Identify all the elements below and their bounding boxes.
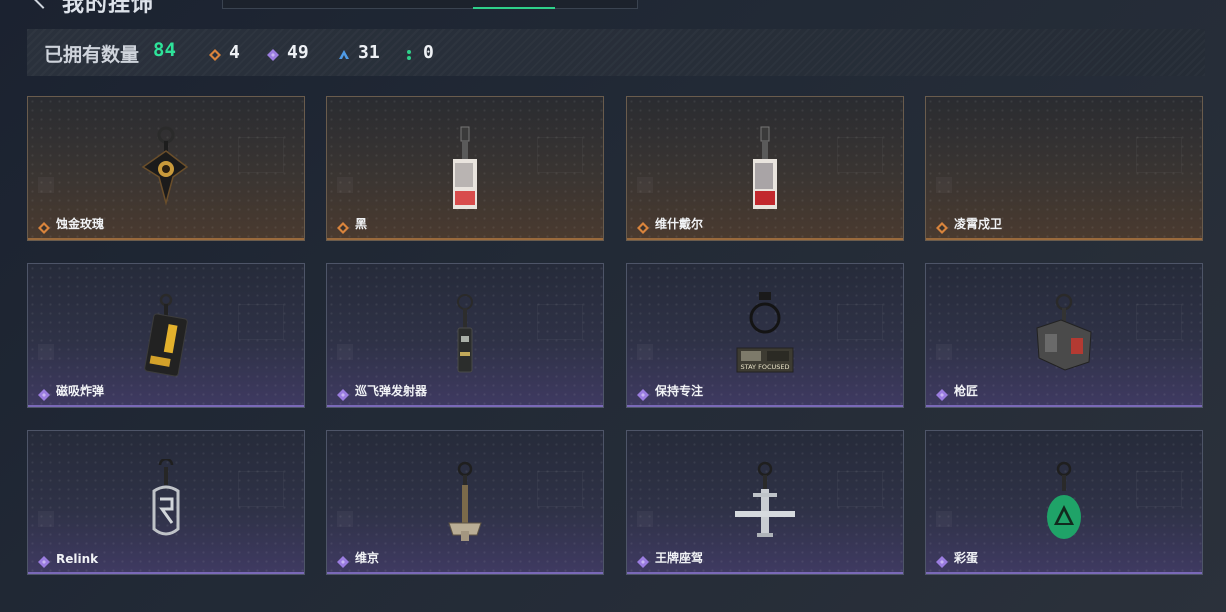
charm-name: 彩蛋: [954, 551, 979, 565]
stay-focused-charm-icon: STAY FOCUSED: [733, 292, 797, 380]
purple-rarity-icon: [38, 386, 50, 401]
viking-hammer-charm-icon: [445, 459, 485, 549]
purple-rarity-icon: [637, 553, 649, 568]
easter-egg-charm-icon: [1044, 459, 1084, 547]
card-decoration: [637, 177, 653, 193]
back-arrow-icon[interactable]: [33, 0, 53, 9]
purple-rarity-icon: [637, 386, 649, 401]
charm-name: Relink: [56, 552, 99, 566]
filter-tab-bar[interactable]: [222, 0, 638, 9]
page-title: 我的挂饰: [62, 0, 155, 17]
charm-name: 维京: [355, 551, 380, 565]
charm-card[interactable]: 磁吸炸弹: [27, 263, 305, 408]
stat-orange: 4: [209, 41, 240, 63]
card-decoration: [337, 344, 353, 360]
charm-name: 维什戴尔: [655, 217, 704, 231]
charm-card[interactable]: 黑: [326, 96, 604, 241]
charm-card[interactable]: 巡飞弹发射器: [326, 263, 604, 408]
card-decoration: [837, 471, 883, 507]
card-decoration: [537, 304, 583, 340]
wisadel-card-charm-icon: [750, 125, 780, 215]
purple-rarity-icon: [936, 386, 948, 401]
stat-blue-count: 31: [358, 41, 380, 63]
card-decoration: [1136, 471, 1182, 507]
stat-purple: 49: [267, 41, 309, 63]
card-decoration: [238, 471, 284, 507]
orange-rarity-icon: [637, 219, 649, 234]
charm-card[interactable]: 彩蛋: [925, 430, 1203, 575]
card-decoration: [936, 177, 952, 193]
card-decoration: [837, 304, 883, 340]
charm-name: 凌霄戍卫: [954, 217, 1003, 231]
stat-orange-count: 4: [229, 41, 240, 63]
black-card-charm-icon: [450, 125, 480, 215]
relink-charm-icon: [146, 457, 186, 547]
charm-card[interactable]: 枪匠: [925, 263, 1203, 408]
stat-green-count: 0: [423, 41, 434, 63]
card-decoration: [238, 137, 284, 173]
charm-card[interactable]: 凌霄戍卫: [925, 96, 1203, 241]
orange-rarity-icon: [337, 219, 349, 234]
loitering-launcher-charm-icon: [450, 292, 480, 382]
top-bar: 我的挂饰: [0, 0, 1226, 17]
charm-card[interactable]: 维什戴尔: [626, 96, 904, 241]
charm-name: 黑: [355, 217, 368, 231]
charm-card[interactable]: 王牌座驾: [626, 430, 904, 575]
card-decoration: [38, 177, 54, 193]
card-decoration: [1136, 304, 1182, 340]
card-decoration: [637, 344, 653, 360]
gunsmith-charm-icon: [1031, 292, 1097, 376]
card-decoration: [238, 304, 284, 340]
charm-name: 保持专注: [655, 384, 704, 398]
ownership-summary: 已拥有数量 84 4 49 31 0: [27, 29, 1205, 76]
stat-green: 0: [403, 41, 434, 63]
blue-triangle-icon: [338, 46, 350, 59]
purple-rarity-icon: [936, 553, 948, 568]
charm-card[interactable]: Relink: [27, 430, 305, 575]
card-decoration: [38, 511, 54, 527]
card-decoration: [1136, 137, 1182, 173]
card-decoration: [537, 137, 583, 173]
charm-card[interactable]: STAY FOCUSED 保持专注: [626, 263, 904, 408]
card-decoration: [38, 344, 54, 360]
charm-card[interactable]: 蚀金玫瑰: [27, 96, 305, 241]
purple-diamond-icon: [267, 46, 279, 61]
stat-purple-count: 49: [287, 41, 309, 63]
charm-name: 磁吸炸弹: [56, 384, 105, 398]
charm-name: 枪匠: [954, 384, 979, 398]
card-decoration: [837, 137, 883, 173]
owned-total: 84: [153, 39, 176, 61]
card-decoration: [936, 511, 952, 527]
gold-rose-charm-icon: [135, 125, 197, 211]
charm-name: 蚀金玫瑰: [56, 217, 105, 231]
charm-card[interactable]: 维京: [326, 430, 604, 575]
magnetic-bomb-charm-icon: [141, 292, 191, 384]
orange-rarity-icon: [38, 219, 50, 234]
stay-focused-label: STAY FOCUSED: [741, 363, 790, 371]
card-decoration: [936, 344, 952, 360]
orange-rarity-icon: [936, 219, 948, 234]
green-dots-icon: [403, 46, 415, 60]
card-decoration: [337, 511, 353, 527]
card-decoration: [537, 471, 583, 507]
card-decoration: [337, 177, 353, 193]
purple-rarity-icon: [337, 386, 349, 401]
card-decoration: [637, 511, 653, 527]
purple-rarity-icon: [38, 553, 50, 568]
owned-label: 已拥有数量: [44, 44, 140, 66]
orange-diamond-icon: [209, 46, 221, 61]
charm-name: 巡飞弹发射器: [355, 384, 428, 398]
ace-plane-charm-icon: [733, 459, 797, 547]
purple-rarity-icon: [337, 553, 349, 568]
active-tab-indicator: [473, 7, 555, 9]
stat-blue: 31: [338, 41, 380, 63]
charm-name: 王牌座驾: [655, 551, 704, 565]
